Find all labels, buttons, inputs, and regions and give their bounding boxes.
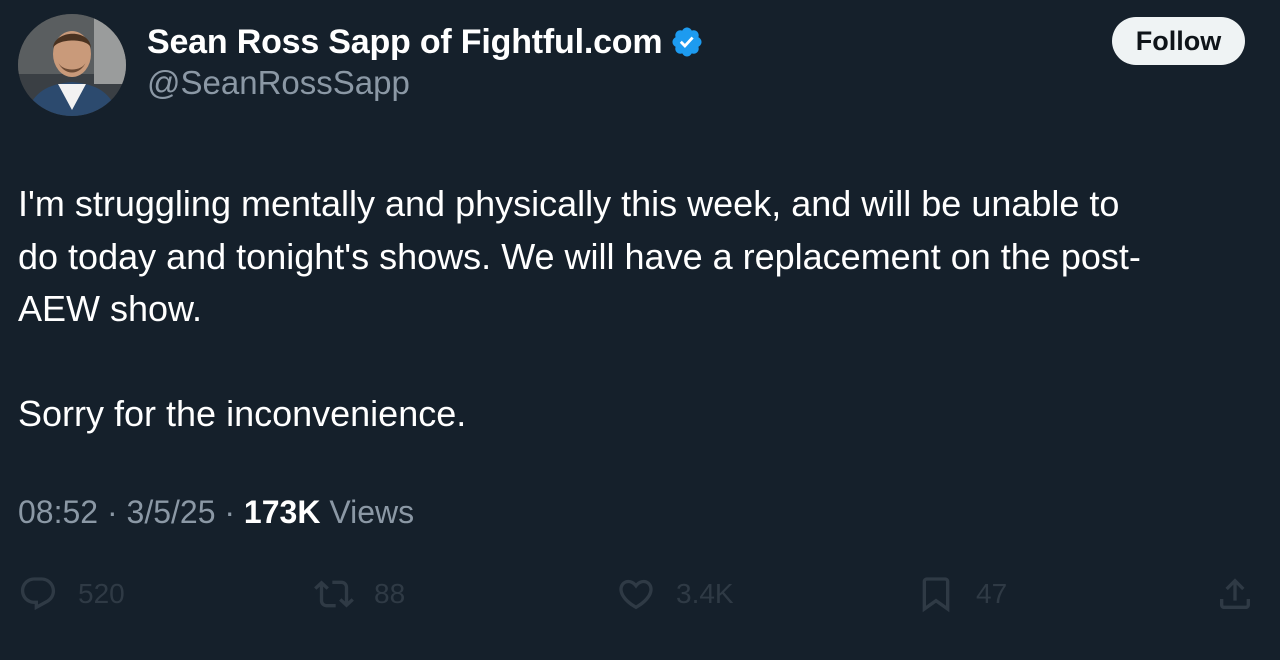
share-button[interactable] bbox=[1215, 570, 1255, 618]
like-count: 3.4K bbox=[676, 578, 734, 609]
follow-button[interactable]: Follow bbox=[1112, 17, 1245, 65]
tweet-paragraph: Sorry for the inconvenience. bbox=[18, 393, 467, 434]
tweet-meta: 08:52 · 3/5/25 · 173K Views bbox=[18, 494, 414, 531]
meta-separator: · bbox=[224, 494, 236, 530]
reply-button[interactable]: 520 bbox=[18, 570, 125, 618]
heart-icon bbox=[619, 579, 653, 610]
tweet-paragraph: I'm struggling mentally and physically t… bbox=[18, 183, 1141, 329]
author-handle[interactable]: @SeanRossSapp bbox=[147, 64, 410, 102]
tweet-date[interactable]: 3/5/25 bbox=[127, 494, 216, 530]
views-label: Views bbox=[329, 494, 415, 530]
author-display-name[interactable]: Sean Ross Sapp of Fightful.com bbox=[147, 23, 663, 62]
tweet-text: I'm struggling mentally and physically t… bbox=[18, 178, 1268, 441]
like-button[interactable]: 3.4K bbox=[616, 570, 734, 618]
retweet-icon bbox=[314, 580, 354, 608]
avatar-photo bbox=[18, 14, 126, 116]
reply-icon bbox=[20, 577, 56, 611]
reply-count: 520 bbox=[78, 578, 125, 609]
author-name-row: Sean Ross Sapp of Fightful.com bbox=[147, 20, 704, 64]
share-icon bbox=[1220, 578, 1250, 609]
tweet-time[interactable]: 08:52 bbox=[18, 494, 98, 530]
views-count: 173K bbox=[243, 494, 321, 530]
bookmark-button[interactable]: 47 bbox=[916, 570, 1007, 618]
tweet-card: Sean Ross Sapp of Fightful.com @SeanRoss… bbox=[0, 0, 1280, 660]
retweet-count: 88 bbox=[374, 578, 406, 609]
verified-badge-icon bbox=[670, 25, 704, 59]
avatar[interactable] bbox=[18, 14, 126, 116]
meta-separator: · bbox=[106, 494, 118, 530]
bookmark-icon bbox=[922, 577, 950, 613]
retweet-button[interactable]: 88 bbox=[314, 570, 405, 618]
action-bar: 520 88 3.4K 47 bbox=[0, 570, 1280, 618]
bookmark-count: 47 bbox=[976, 578, 1008, 609]
